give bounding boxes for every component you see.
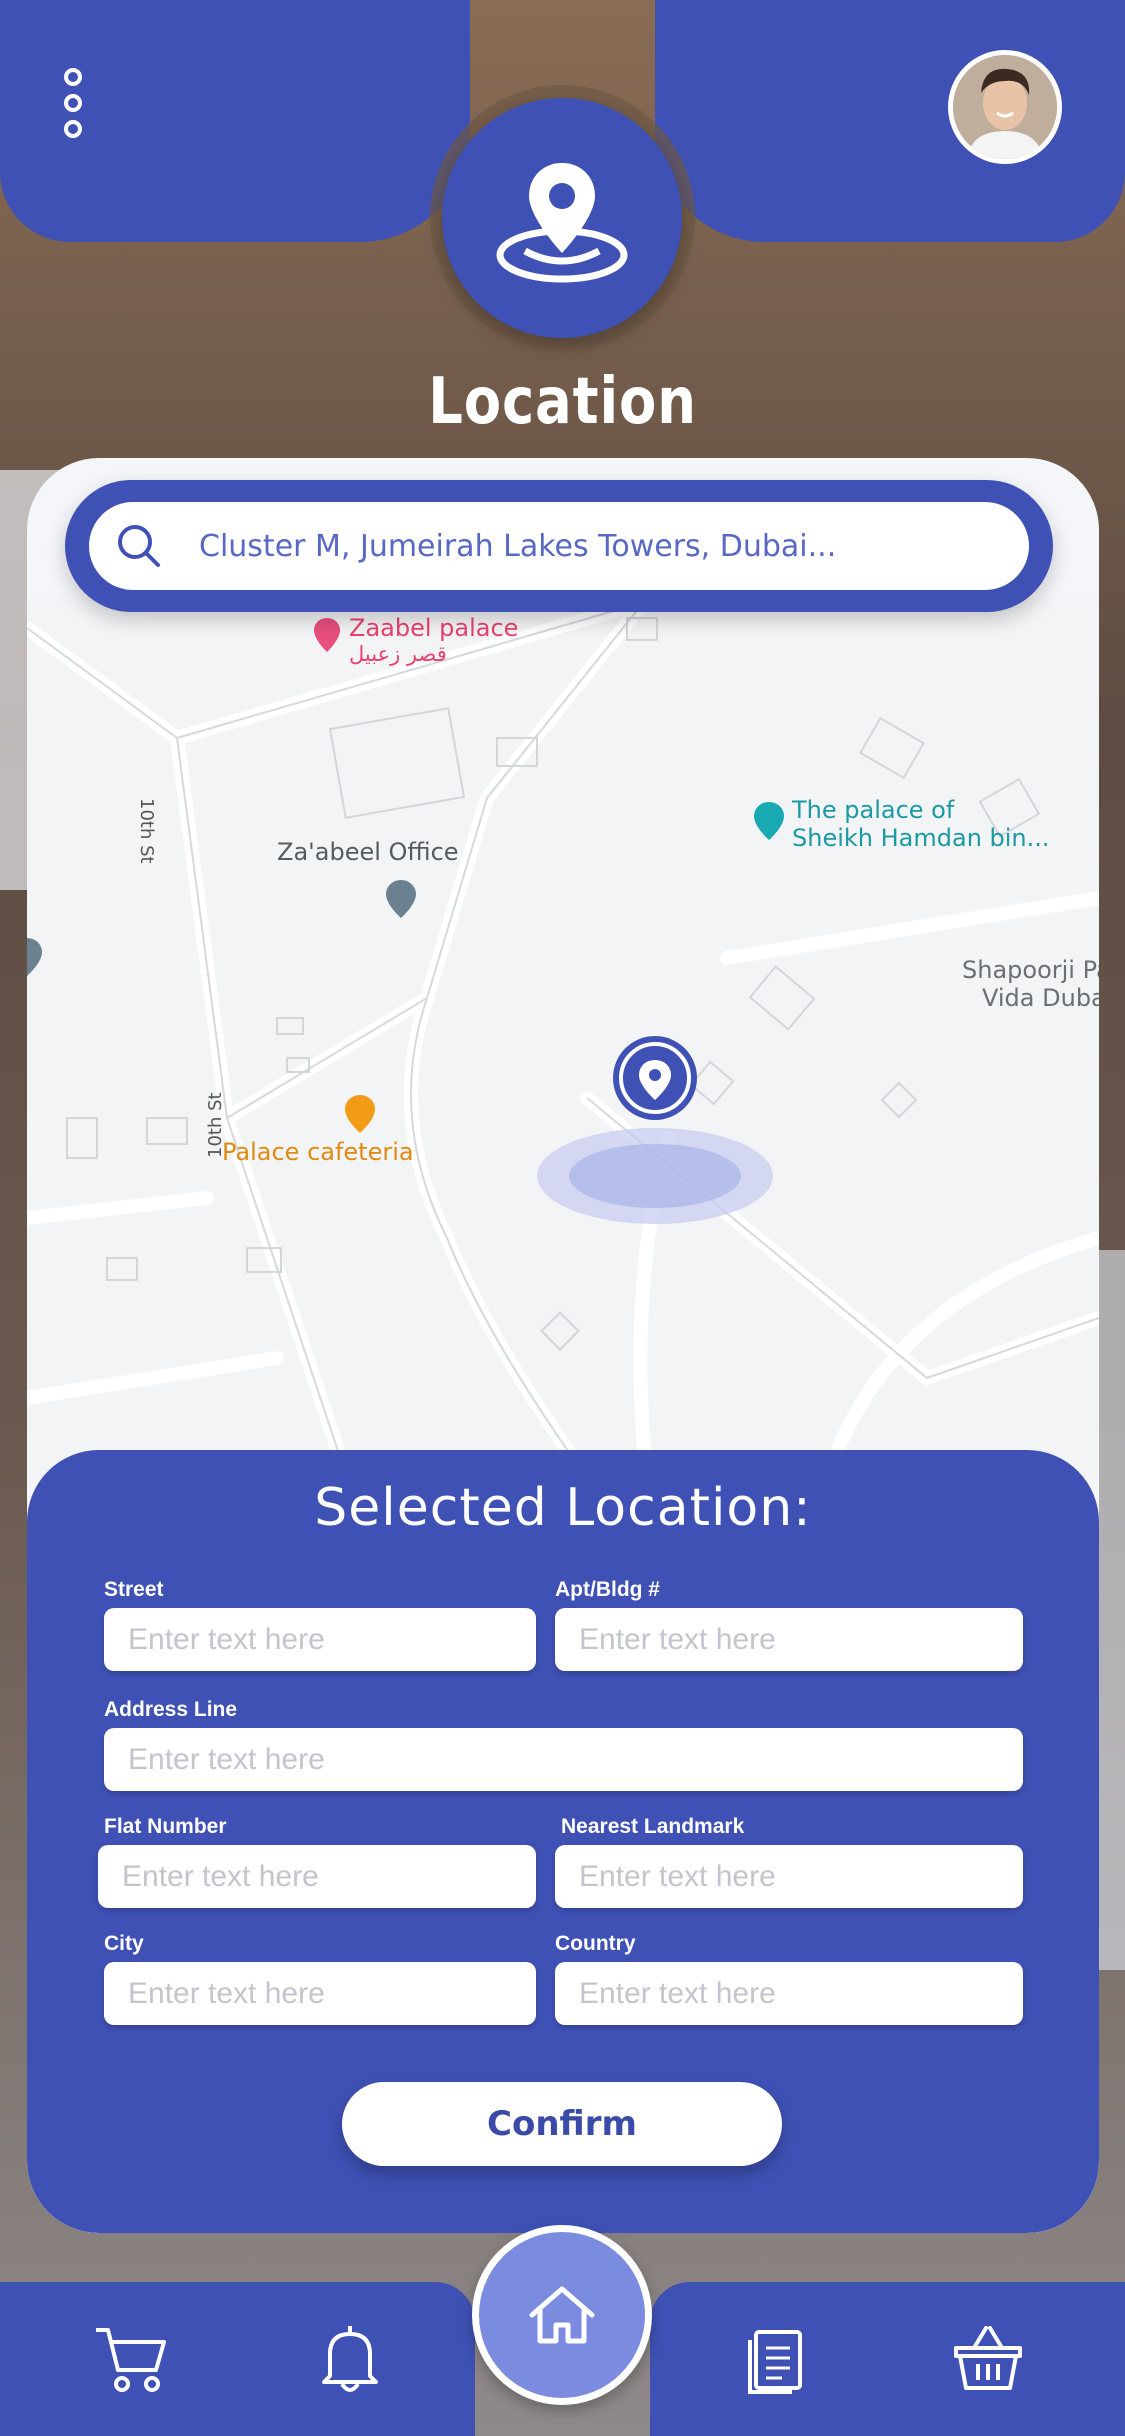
location-card: Zaabel palace قصر زعبيل Za'abeel Office … (27, 458, 1099, 2233)
cart-icon[interactable] (90, 2318, 170, 2398)
more-vertical-icon[interactable] (60, 68, 86, 148)
map-label-shapoorji-1: Shapoorji Pa (962, 956, 1099, 984)
map-label-zaabel-palace-ar: قصر زعبيل (349, 642, 447, 666)
city-label: City (104, 1932, 144, 1955)
map-label-street-10th: 10th St (205, 1092, 226, 1158)
map-label-shapoorji-2: Vida Dubai (982, 984, 1099, 1012)
apt-field[interactable] (555, 1608, 1023, 1671)
map-label-zaabeel-office: Za'abeel Office (277, 838, 459, 866)
bottom-nav-left (0, 2282, 475, 2436)
search-bar: Cluster M, Jumeirah Lakes Towers, Dubai.… (65, 480, 1053, 612)
country-field[interactable] (555, 1962, 1023, 2025)
street-label: Street (104, 1578, 164, 1601)
confirm-button[interactable]: Confirm (342, 2082, 782, 2166)
flat-field[interactable] (98, 1845, 536, 1908)
map-label-sheikh-palace-1: The palace of (792, 796, 955, 824)
location-pin-icon (442, 98, 682, 338)
basket-icon[interactable] (948, 2318, 1028, 2398)
city-field[interactable] (104, 1962, 536, 2025)
page-title: Location (428, 365, 697, 439)
street-field[interactable] (104, 1608, 536, 1671)
bell-icon[interactable] (310, 2318, 390, 2398)
search-input[interactable]: Cluster M, Jumeirah Lakes Towers, Dubai.… (199, 529, 836, 564)
selected-location-panel: Selected Location: Street Apt/Bldg # Add… (27, 1450, 1099, 2233)
avatar[interactable] (948, 50, 1062, 164)
home-icon[interactable] (472, 2225, 652, 2405)
landmark-label: Nearest Landmark (561, 1815, 745, 1838)
map-label-street-10th: 10th St (136, 798, 157, 864)
landmark-field[interactable] (555, 1845, 1023, 1908)
address-label: Address Line (104, 1698, 238, 1721)
flat-label: Flat Number (104, 1815, 227, 1838)
search-icon[interactable] (109, 516, 169, 576)
address-field[interactable] (104, 1728, 1023, 1791)
apt-label: Apt/Bldg # (555, 1578, 660, 1601)
map-label-zaabel-palace: Zaabel palace (349, 614, 519, 642)
panel-title: Selected Location: (314, 1478, 812, 1538)
bottom-nav-right (650, 2282, 1125, 2436)
map-label-sheikh-palace-2: Sheikh Hamdan bin... (792, 824, 1050, 852)
document-icon[interactable] (738, 2318, 818, 2398)
search-input-container[interactable]: Cluster M, Jumeirah Lakes Towers, Dubai.… (89, 502, 1029, 590)
map-view[interactable]: Zaabel palace قصر زعبيل Za'abeel Office … (27, 598, 1099, 1478)
country-label: Country (555, 1932, 636, 1955)
map-label-palace-cafeteria: Palace cafeteria (222, 1138, 414, 1166)
